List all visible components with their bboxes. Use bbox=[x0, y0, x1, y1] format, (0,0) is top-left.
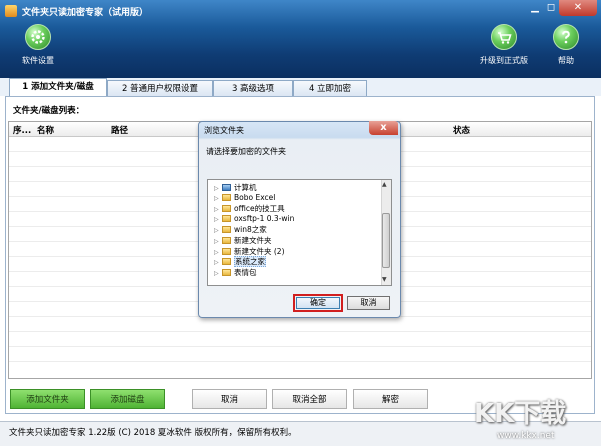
watermark-logo: KK下载 bbox=[474, 399, 567, 429]
tree-item[interactable]: ▷ 系统之家 bbox=[214, 256, 266, 268]
expand-arrow-icon[interactable]: ▷ bbox=[214, 206, 222, 213]
tree-item[interactable]: ▷ win8之家 bbox=[214, 224, 267, 234]
tree-item-label: 新建文件夹 (2) bbox=[234, 246, 285, 256]
tree-item-label: oxsftp-1 0.3-win bbox=[234, 213, 295, 223]
tree-scroll-thumb[interactable] bbox=[382, 213, 390, 268]
watermark-url: www.kkx.net bbox=[497, 431, 555, 441]
upgrade-label: 升级到正式版 bbox=[480, 56, 528, 65]
column-seq[interactable]: 序... bbox=[13, 124, 31, 136]
tree-item-label: 新建文件夹 bbox=[234, 236, 272, 245]
expand-arrow-icon[interactable]: ▷ bbox=[214, 185, 222, 192]
dialog-prompt: 请选择要加密的文件夹 bbox=[206, 147, 286, 156]
gear-icon bbox=[25, 24, 51, 50]
settings-label: 软件设置 bbox=[22, 56, 54, 65]
scroll-up-icon[interactable]: ▲ bbox=[382, 181, 387, 188]
folder-icon bbox=[222, 205, 231, 213]
column-status[interactable]: 状态 bbox=[453, 124, 470, 136]
folder-icon bbox=[222, 226, 231, 234]
tree-item-label: Bobo Excel bbox=[234, 192, 276, 202]
tree-item[interactable]: ▷ oxsftp-1 0.3-win bbox=[214, 214, 294, 224]
empty-row-line bbox=[9, 361, 591, 362]
restore-button[interactable]: ◻ bbox=[543, 0, 559, 16]
window-title: 文件夹只读加密专家（试用版） bbox=[22, 8, 149, 18]
dialog-title: 浏览文件夹 bbox=[204, 126, 244, 135]
expand-arrow-icon[interactable]: ▷ bbox=[214, 195, 222, 202]
tree-item[interactable]: ▷ Bobo Excel bbox=[214, 193, 275, 203]
tree-item[interactable]: ▷ 新建文件夹 (2) bbox=[214, 246, 285, 256]
tree-item-label: 表情包 bbox=[234, 267, 257, 277]
expand-arrow-icon[interactable]: ▷ bbox=[214, 216, 222, 223]
tree-item-label: win8之家 bbox=[234, 225, 267, 235]
dialog-ok-button[interactable]: 确定 bbox=[293, 294, 343, 312]
expand-arrow-icon[interactable]: ▷ bbox=[214, 249, 222, 256]
empty-row-line bbox=[9, 331, 591, 332]
cancel-all-button[interactable]: 取消全部 bbox=[272, 389, 347, 409]
tab-add-folder-disk[interactable]: 1 添加文件夹/磁盘 bbox=[9, 78, 107, 97]
tree-item[interactable]: ▷ 计算机 bbox=[214, 182, 257, 192]
tree-item[interactable]: ▷ 新建文件夹 bbox=[214, 235, 272, 245]
status-text: 文件夹只读加密专家 1.22版 (C) 2018 夏冰软件 版权所有，保留所有权… bbox=[9, 428, 297, 438]
minimize-button[interactable]: ▁ bbox=[527, 0, 543, 16]
tab-encrypt-now[interactable]: 4 立即加密 bbox=[293, 80, 367, 96]
settings-button[interactable]: 软件设置 bbox=[8, 24, 68, 76]
help-label: 帮助 bbox=[558, 56, 574, 65]
cancel-button[interactable]: 取消 bbox=[192, 389, 267, 409]
close-icon: x bbox=[380, 122, 387, 133]
scroll-down-icon[interactable]: ▼ bbox=[382, 276, 387, 283]
tab-advanced-options[interactable]: 3 高级选项 bbox=[213, 80, 293, 96]
tree-item[interactable]: ▷ office的技工具 bbox=[214, 203, 285, 213]
app-icon bbox=[5, 5, 17, 17]
dialog-close-button[interactable]: x bbox=[369, 121, 398, 135]
computer-icon bbox=[222, 184, 231, 191]
tree-item[interactable]: ▷ 表情包 bbox=[214, 267, 257, 277]
dialog-ok-label: 确定 bbox=[296, 297, 340, 309]
upgrade-button[interactable]: 升级到正式版 bbox=[474, 24, 534, 76]
help-icon bbox=[553, 24, 579, 50]
folder-icon bbox=[222, 247, 231, 255]
tab-user-permissions[interactable]: 2 普通用户权限设置 bbox=[107, 80, 213, 96]
folder-icon bbox=[222, 237, 231, 244]
close-button[interactable]: ✕ bbox=[559, 0, 597, 16]
add-folder-button[interactable]: 添加文件夹 bbox=[10, 389, 85, 409]
tree-item-label: 系统之家 bbox=[234, 256, 266, 268]
folder-icon bbox=[222, 258, 231, 266]
expand-arrow-icon[interactable]: ▷ bbox=[214, 270, 222, 277]
folder-icon bbox=[222, 214, 231, 222]
column-path[interactable]: 路径 bbox=[111, 124, 128, 136]
add-disk-button[interactable]: 添加磁盘 bbox=[90, 389, 165, 409]
cart-icon bbox=[491, 24, 517, 50]
decrypt-button[interactable]: 解密 bbox=[353, 389, 428, 409]
dialog-cancel-button[interactable]: 取消 bbox=[347, 296, 390, 310]
column-name[interactable]: 名称 bbox=[37, 124, 54, 136]
tree-item-label: office的技工具 bbox=[234, 204, 285, 214]
empty-row-line bbox=[9, 346, 591, 347]
list-caption: 文件夹/磁盘列表： bbox=[13, 106, 85, 116]
tree-item-label: 计算机 bbox=[234, 183, 257, 192]
folder-icon bbox=[222, 268, 231, 276]
expand-arrow-icon[interactable]: ▷ bbox=[214, 259, 222, 266]
expand-arrow-icon[interactable]: ▷ bbox=[214, 238, 222, 245]
help-button[interactable]: 帮助 bbox=[536, 24, 596, 76]
expand-arrow-icon[interactable]: ▷ bbox=[214, 227, 222, 234]
folder-icon bbox=[222, 193, 231, 201]
